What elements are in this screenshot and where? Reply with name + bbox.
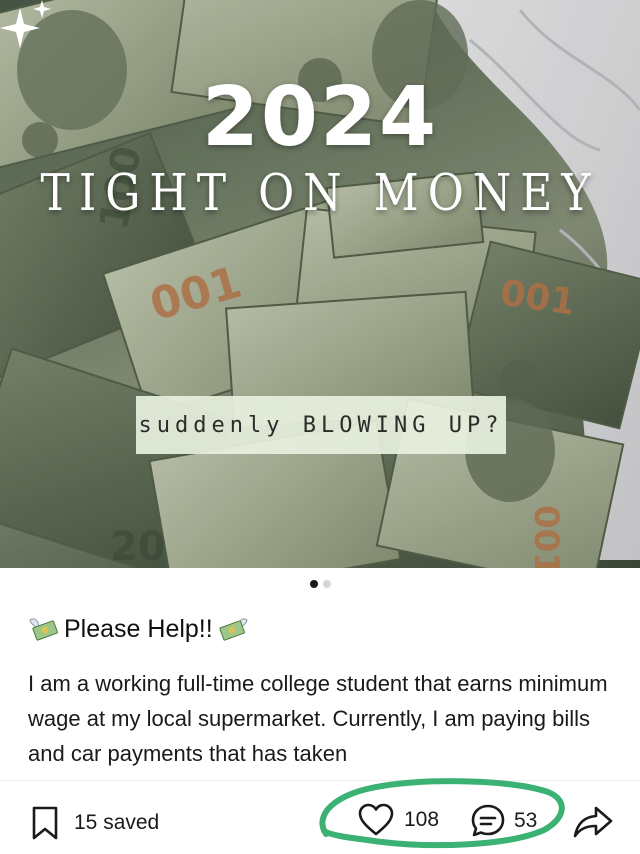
- post-title: Please Help!!: [28, 614, 249, 644]
- comment-count: 53: [514, 809, 538, 832]
- post-title-text: Please Help!!: [64, 614, 213, 643]
- share-arrow-icon: [573, 806, 613, 838]
- post-action-bar: 15 saved 108 53: [0, 780, 640, 854]
- post-image[interactable]: 001 001 001 20 100 2024 TIGHT ON MONEY s…: [0, 0, 640, 568]
- share-button[interactable]: [572, 805, 614, 844]
- save-button[interactable]: 15 saved: [30, 805, 159, 841]
- post-body: I am a working full-time college student…: [28, 671, 608, 766]
- like-button[interactable]: 108: [358, 803, 439, 837]
- headline-subtitle: TIGHT ON MONEY: [40, 164, 600, 223]
- sparkle-icon: [0, 0, 51, 48]
- headline-year: 2024: [201, 70, 439, 165]
- like-count: 108: [404, 808, 440, 831]
- carousel-dot-active[interactable]: [309, 580, 318, 588]
- comment-button[interactable]: 53: [470, 803, 537, 839]
- image-caption: suddenly BLOWING UP?: [136, 396, 506, 454]
- carousel-indicator[interactable]: [0, 580, 640, 588]
- heart-icon: [358, 803, 394, 836]
- carousel-dot[interactable]: [322, 580, 331, 588]
- bookmark-icon: [32, 806, 58, 840]
- money-with-wings-icon: [29, 618, 58, 641]
- saved-count: 15 saved: [74, 811, 160, 834]
- money-with-wings-icon: [219, 618, 248, 641]
- comment-icon: [471, 804, 505, 837]
